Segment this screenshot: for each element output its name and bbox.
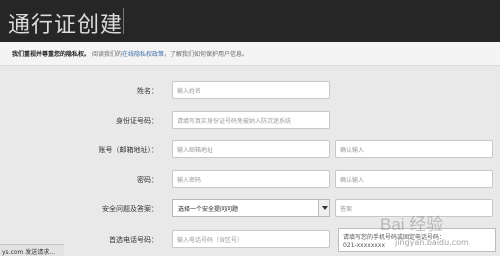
security-select-value: 选择一个安全提问问题 (178, 206, 239, 213)
account-label: 账号（邮箱地址）： (98, 146, 159, 154)
account-placeholder: 输入邮箱地址 (177, 147, 214, 154)
phone-placeholder: 输入电话号码（含区号） (177, 237, 244, 244)
name-label: 姓名： (137, 87, 158, 95)
privacy-text-2: ，了解我们如何保护用户信息。 (163, 51, 248, 58)
browser-status-bar: ys.com 发送请求... (0, 244, 64, 256)
password-placeholder: 输入密码 (177, 177, 202, 184)
header-divider (123, 8, 124, 34)
privacy-policy-link[interactable]: 在线隐私权政策 (122, 51, 164, 58)
name-placeholder: 输入姓名 (177, 88, 202, 95)
privacy-notice: 我们重视并尊重您的隐私权。 阅读我们的在线隐私权政策，了解我们如何保护用户信息。 (0, 42, 500, 66)
page-header: 通行证创建 (0, 0, 500, 42)
password-confirm-field[interactable]: 确认输入 (335, 170, 493, 188)
baidu-watermark: Bai 经验 (380, 215, 444, 234)
privacy-strong: 我们重视并尊重您的隐私权。 (12, 51, 91, 58)
chevron-down-icon[interactable] (318, 200, 329, 216)
baidu-watermark-url: jingyan.baidu.com (395, 238, 469, 247)
security-answer-placeholder: 答案 (340, 206, 353, 213)
phone-label: 首选电话号码： (109, 236, 158, 244)
page-title: 通行证创建 (8, 13, 124, 38)
security-label: 安全问题及答案： (102, 205, 158, 213)
account-email-field[interactable]: 输入邮箱地址 (172, 140, 330, 158)
account-confirm-field[interactable]: 确认输入 (335, 140, 493, 158)
phone-field[interactable]: 输入电话号码（含区号） (172, 230, 330, 248)
privacy-text-1: 阅读我们的 (91, 51, 122, 58)
password-label: 密码： (137, 176, 158, 184)
password-field[interactable]: 输入密码 (172, 170, 330, 188)
privacy-text: 我们重视并尊重您的隐私权。 阅读我们的在线隐私权政策，了解我们如何保护用户信息。 (12, 49, 248, 58)
account-confirm-placeholder: 确认输入 (340, 147, 365, 154)
status-text: ys.com 发送请求... (2, 249, 56, 256)
security-question-select[interactable]: 选择一个安全提问问题 (172, 199, 330, 217)
id-card-field[interactable]: 请填写真实身份证号码免被纳入防沉迷系统 (172, 111, 330, 129)
id-card-label: 身份证号码： (116, 117, 158, 125)
name-field[interactable]: 输入姓名 (172, 81, 330, 99)
password-confirm-placeholder: 确认输入 (340, 177, 365, 184)
id-card-placeholder: 请填写真实身份证号码免被纳入防沉迷系统 (177, 118, 292, 125)
tooltip-line-2: 021-xxxxxxxx (343, 242, 386, 249)
